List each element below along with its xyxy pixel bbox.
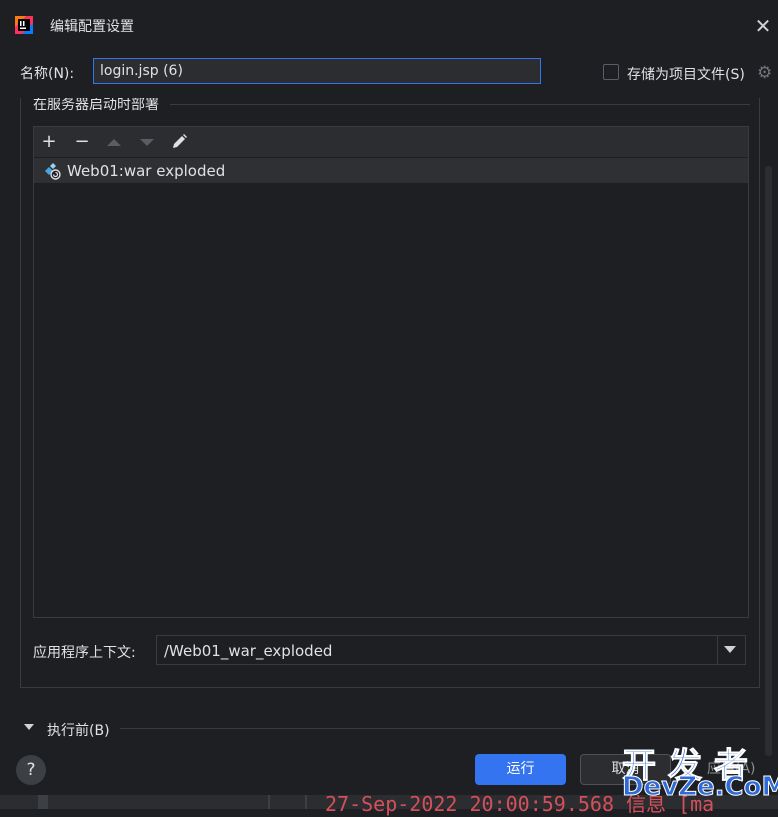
run-button[interactable]: 运行	[475, 754, 566, 785]
gear-icon[interactable]: ⚙	[757, 64, 775, 82]
move-down-icon[interactable]	[136, 131, 158, 153]
app-context-value[interactable]: /Web01_war_exploded	[164, 642, 332, 660]
add-icon[interactable]: +	[38, 131, 60, 153]
edit-icon[interactable]	[168, 131, 190, 153]
help-button[interactable]: ?	[16, 755, 46, 785]
expand-arrow-icon[interactable]	[24, 724, 34, 730]
move-up-icon[interactable]	[103, 131, 125, 153]
background-scroll-element	[38, 795, 48, 809]
deployment-list	[33, 126, 749, 618]
app-context-label: 应用程序上下文:	[33, 645, 136, 661]
name-input[interactable]	[93, 58, 541, 84]
dialog-title: 编辑配置设置	[50, 19, 134, 35]
group-divider	[170, 104, 750, 105]
name-label: 名称(N):	[20, 66, 75, 82]
background-divider	[268, 795, 270, 809]
intellij-idea-logo-icon	[15, 16, 33, 34]
before-launch-divider	[120, 728, 760, 729]
chevron-down-icon[interactable]	[724, 646, 736, 653]
deployment-item-label: Web01:war exploded	[67, 162, 226, 180]
save-as-project-file-checkbox[interactable]	[603, 64, 619, 80]
watermark-bottom: DevZe.CoM	[621, 772, 778, 803]
vertical-scrollbar[interactable]	[765, 166, 772, 756]
background-divider	[305, 795, 307, 809]
artifact-icon	[45, 163, 61, 180]
deployment-group-title: 在服务器启动时部署	[33, 97, 159, 113]
close-icon[interactable]: ✕	[750, 13, 776, 39]
remove-icon[interactable]: −	[71, 131, 93, 153]
save-as-project-file-label[interactable]: 存储为项目文件(S)	[627, 64, 745, 84]
before-launch-label[interactable]: 执行前(B)	[47, 720, 110, 740]
